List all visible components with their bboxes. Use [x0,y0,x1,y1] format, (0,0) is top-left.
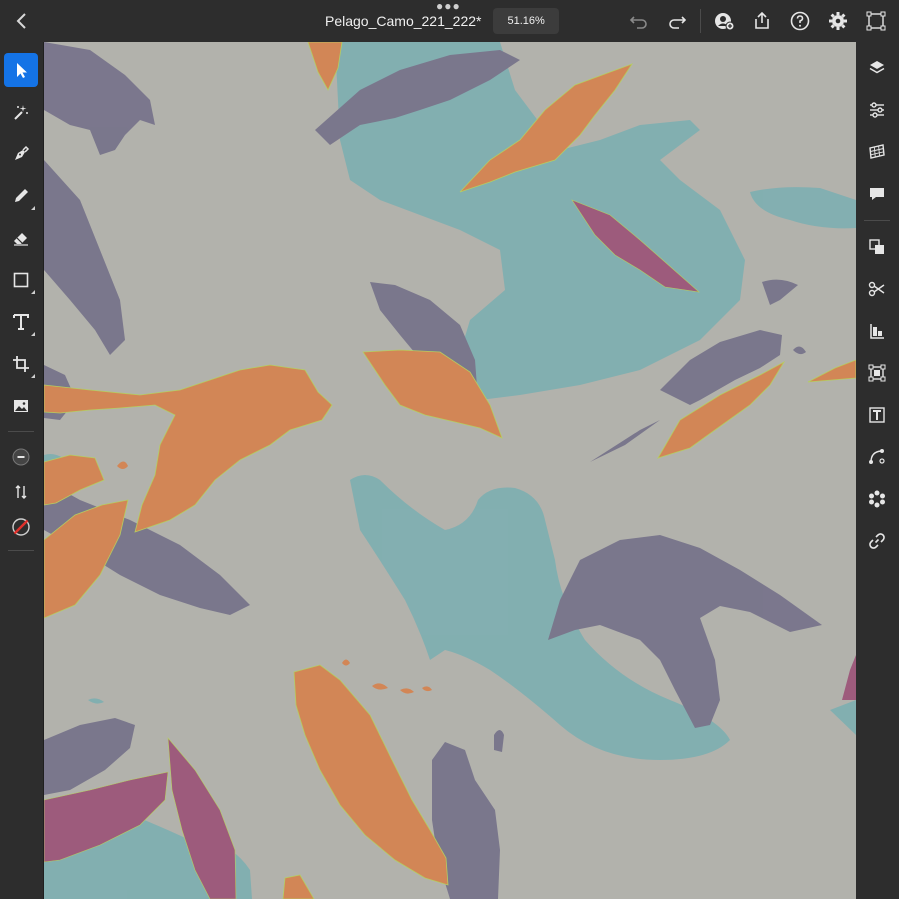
fill-stroke-icon[interactable] [4,440,38,474]
left-toolbar [0,42,44,899]
orange-shape [807,359,856,383]
orange-shape [307,42,343,91]
top-actions [620,0,899,42]
properties-icon[interactable] [860,93,894,127]
path-icon[interactable] [860,440,894,474]
back-chevron-icon[interactable] [10,9,34,33]
purple-shape [793,346,806,355]
right-panel-bar [855,42,899,899]
orange-shape [282,874,315,899]
pencil-icon[interactable] [4,179,38,213]
zoom-level[interactable]: 51.16% [493,8,559,34]
purple-shape [762,279,798,305]
text-panel-icon[interactable] [860,398,894,432]
layers-icon[interactable] [860,51,894,85]
pen-icon[interactable] [4,137,38,171]
help-icon[interactable] [781,0,819,42]
grid-icon[interactable] [860,135,894,169]
settings-icon[interactable] [819,0,857,42]
image-icon[interactable] [4,389,38,423]
toolbar-separator [8,431,34,432]
artboard-canvas[interactable] [44,42,856,899]
orange-shape [117,461,128,469]
direct-selection-icon[interactable] [4,95,38,129]
align-icon[interactable] [860,314,894,348]
no-color-icon[interactable] [4,510,38,544]
teal-shape [750,187,856,229]
panel-separator [864,220,890,221]
rectangle-icon[interactable] [4,263,38,297]
toolbar-divider [700,9,701,33]
purple-shape [494,730,504,752]
transform-icon[interactable] [857,0,895,42]
crop-icon[interactable] [4,347,38,381]
orange-shape [293,664,449,886]
teal-shape [830,700,856,735]
purple-shape [44,42,155,155]
type-icon[interactable] [4,305,38,339]
eraser-icon[interactable] [4,221,38,255]
teal-shape [88,698,104,704]
share-icon[interactable] [743,0,781,42]
redo-icon[interactable] [658,0,696,42]
arrange-icon[interactable] [860,230,894,264]
purple-shape [44,160,125,355]
scissors-icon[interactable] [860,272,894,306]
camo-pattern-artwork [44,42,856,899]
orange-shape [422,686,432,692]
transform-box-icon[interactable] [860,356,894,390]
magenta-shape [842,655,856,700]
link-icon[interactable] [860,524,894,558]
invite-user-icon[interactable] [705,0,743,42]
orange-shape [372,683,388,690]
orange-shape [400,688,414,694]
repeat-icon[interactable] [860,482,894,516]
comments-icon[interactable] [860,177,894,211]
orange-shape [342,659,350,666]
toolbar-separator [8,550,34,551]
undo-icon[interactable] [620,0,658,42]
swap-icon[interactable] [4,475,38,509]
top-bar: ●●● Pelago_Camo_221_222* 51.16% [0,0,899,43]
document-title[interactable]: Pelago_Camo_221_222* [325,13,481,29]
title-area: Pelago_Camo_221_222* 51.16% [325,8,559,34]
selection-arrow-icon[interactable] [4,53,38,87]
